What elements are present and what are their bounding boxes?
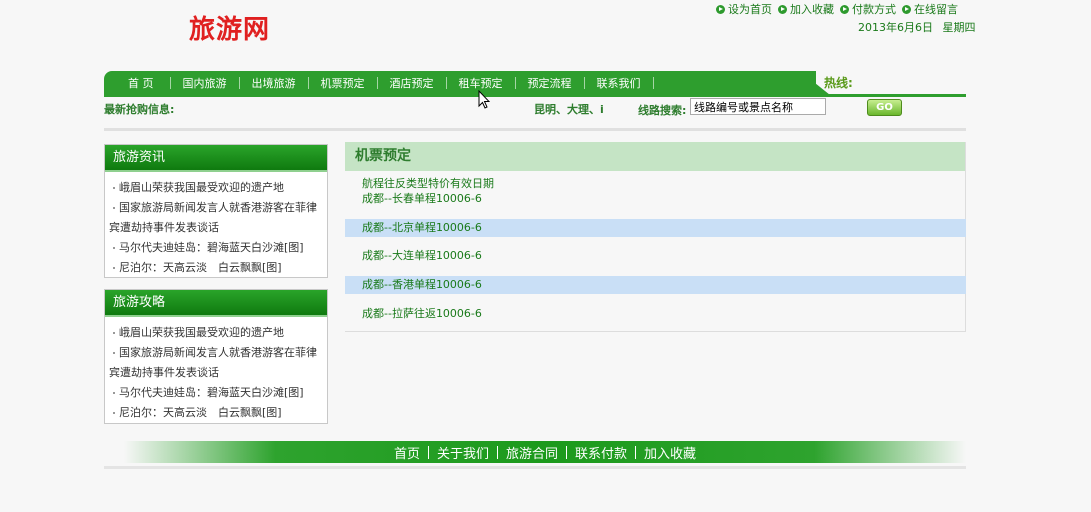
mouse-pointer-icon [478, 90, 490, 109]
set-homepage-link[interactable]: 设为首页 [716, 1, 772, 17]
travel-news-list: 峨眉山荣获我国最受欢迎的遗产地 国家旅游局新闻发言人就香港游客在菲律 宾遭劫持事… [105, 172, 327, 282]
nav-outbound-travel[interactable]: 出境旅游 [240, 75, 308, 91]
nav-booking-process[interactable]: 预定流程 [516, 75, 584, 91]
site-logo: 旅游网 [189, 15, 271, 45]
flight-row[interactable]: 成都--长春单程10006-6 [345, 190, 966, 208]
guide-item[interactable]: 尼泊尔：天高云淡 白云飘飘[图] [109, 403, 323, 423]
arrow-bullet-icon [902, 4, 911, 14]
guide-item-continuation[interactable]: 宾遭劫持事件发表谈话 [109, 363, 323, 383]
nav-car-rental[interactable]: 租车预定 [447, 75, 515, 91]
footer-about-link[interactable]: 关于我们 [429, 443, 497, 462]
go-button[interactable]: GO [867, 99, 902, 116]
weekday-text: 星期四 [942, 21, 976, 34]
main-nav: 首 页 国内旅游 出境旅游 机票预定 酒店预定 租车预定 预定流程 联系我们 [104, 71, 816, 95]
travel-guide-title: 旅游攻略 [105, 290, 327, 317]
nav-home[interactable]: 首 页 [104, 75, 170, 91]
nav-domestic-travel[interactable]: 国内旅游 [171, 75, 239, 91]
flight-row-highlighted[interactable]: 成都--北京单程10006-6 [345, 219, 966, 237]
current-date: 2013年6月6日 星期四 [858, 19, 976, 35]
add-favorite-link[interactable]: 加入收藏 [778, 1, 834, 17]
arrow-bullet-icon [716, 4, 725, 14]
footer-payment-link[interactable]: 联系付款 [567, 443, 635, 462]
news-item[interactable]: 尼泊尔：天高云淡 白云飘飘[图] [109, 258, 323, 278]
travel-guide-list: 峨眉山荣获我国最受欢迎的遗产地 国家旅游局新闻发言人就香港游客在菲律 宾遭劫持事… [105, 317, 327, 427]
news-item[interactable]: 国家旅游局新闻发言人就香港游客在菲律 [109, 198, 323, 218]
latest-deals-label: 最新抢购信息: [104, 103, 175, 116]
news-item-continuation[interactable]: 宾遭劫持事件发表谈话 [109, 218, 323, 238]
footer-favorite-link[interactable]: 加入收藏 [636, 443, 704, 462]
date-text: 2013年6月6日 [858, 21, 933, 34]
nav-flight-booking[interactable]: 机票预定 [309, 75, 377, 91]
footer-bar: 首页 关于我们 旅游合同 联系付款 加入收藏 [124, 441, 966, 463]
flight-columns-header: 航程往反类型特价有效日期 [362, 177, 494, 190]
arrow-bullet-icon [778, 4, 787, 14]
top-links: 设为首页 加入收藏 付款方式 在线留言 [716, 1, 958, 17]
news-item[interactable]: 马尔代夫迪娃岛：碧海蓝天白沙滩[图] [109, 238, 323, 258]
travel-news-box: 旅游资讯 峨眉山荣获我国最受欢迎的遗产地 国家旅游局新闻发言人就香港游客在菲律 … [104, 144, 328, 278]
online-message-link[interactable]: 在线留言 [902, 1, 958, 17]
flight-booking-title: 机票预定 [345, 142, 965, 171]
footer-underline [104, 466, 966, 469]
arrow-bullet-icon [840, 4, 849, 14]
scrolling-destinations[interactable]: 昆明、大理、i [534, 101, 604, 117]
flight-booking-panel: 机票预定 [345, 142, 966, 332]
hotline-label: 热线: [824, 76, 853, 90]
nav-contact-us[interactable]: 联系我们 [585, 75, 653, 91]
news-item[interactable]: 峨眉山荣获我国最受欢迎的遗产地 [109, 178, 323, 198]
payment-methods-link[interactable]: 付款方式 [840, 1, 896, 17]
flight-row[interactable]: 成都--拉萨往返10006-6 [345, 305, 966, 323]
flight-row-highlighted[interactable]: 成都--香港单程10006-6 [345, 276, 966, 294]
route-search-label: 线路搜索: [638, 104, 687, 117]
guide-item[interactable]: 马尔代夫迪娃岛：碧海蓝天白沙滩[图] [109, 383, 323, 403]
nav-hotel-booking[interactable]: 酒店预定 [378, 75, 446, 91]
footer-home-link[interactable]: 首页 [386, 443, 428, 462]
travel-news-title: 旅游资讯 [105, 145, 327, 172]
header-divider [104, 128, 966, 131]
route-search-input[interactable] [690, 98, 826, 115]
nav-divider [652, 77, 654, 89]
flight-row[interactable]: 成都--大连单程10006-6 [345, 247, 966, 265]
footer-contract-link[interactable]: 旅游合同 [498, 443, 566, 462]
guide-item[interactable]: 国家旅游局新闻发言人就香港游客在菲律 [109, 343, 323, 363]
guide-item[interactable]: 峨眉山荣获我国最受欢迎的遗产地 [109, 323, 323, 343]
nav-underline [104, 94, 966, 97]
travel-guide-box: 旅游攻略 峨眉山荣获我国最受欢迎的遗产地 国家旅游局新闻发言人就香港游客在菲律 … [104, 289, 328, 424]
